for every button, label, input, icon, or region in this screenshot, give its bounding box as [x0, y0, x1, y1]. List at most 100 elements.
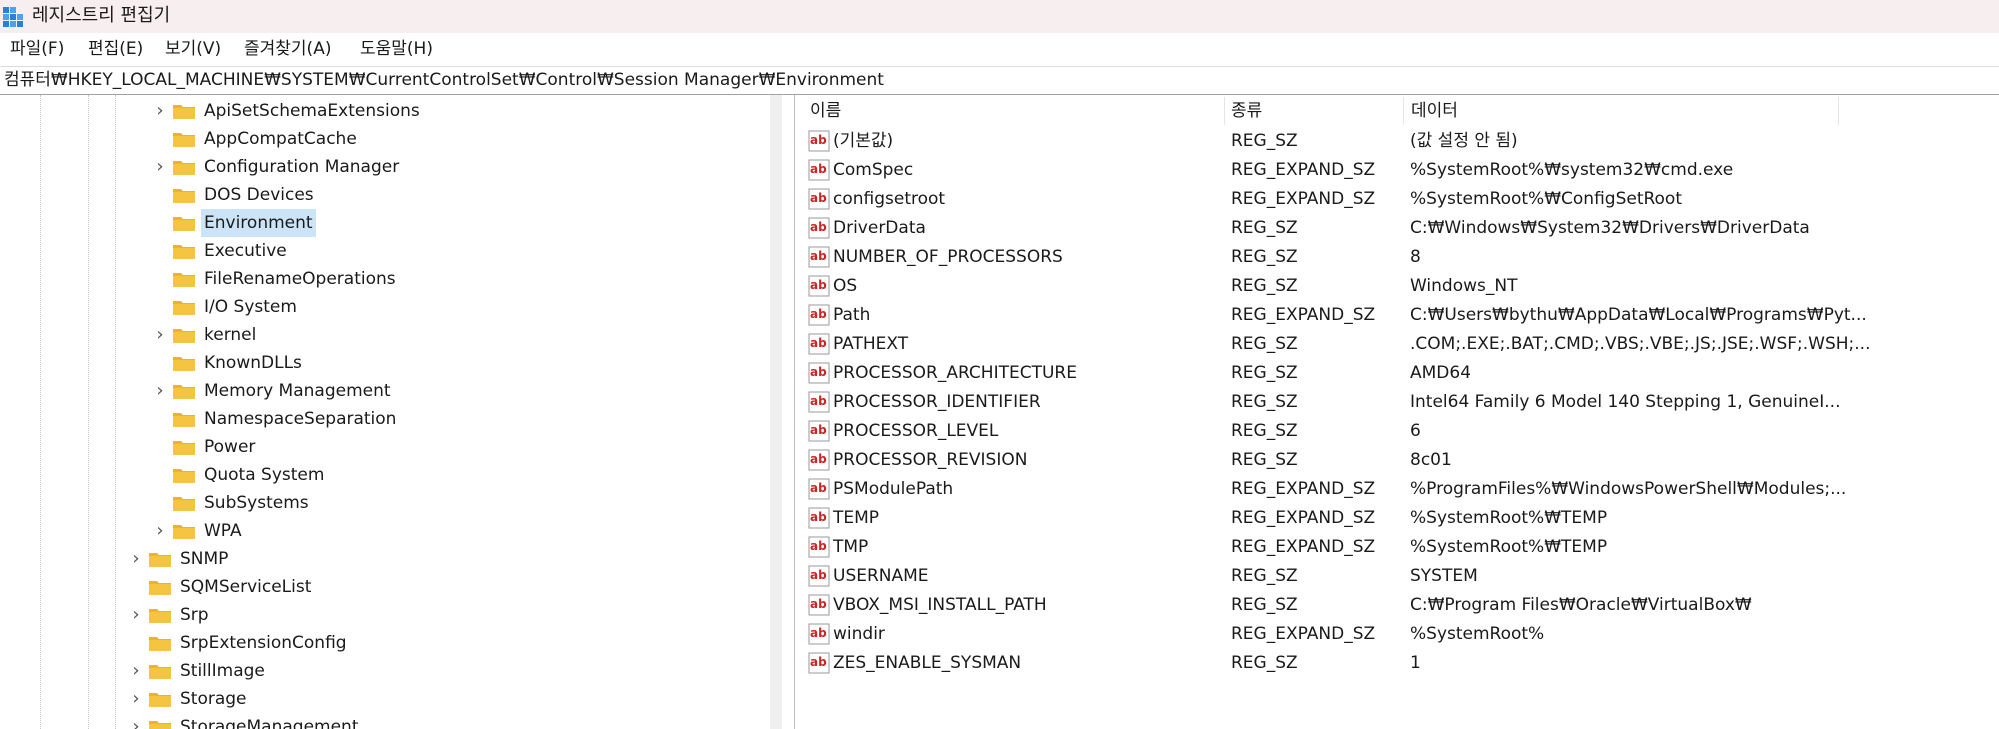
- string-value-icon: ab: [808, 565, 830, 587]
- svg-text:ab: ab: [810, 365, 827, 379]
- value-row[interactable]: ab PATHEXT REG_SZ .COM;.EXE;.BAT;.CMD;.VBS;…: [800, 330, 1999, 359]
- menu-edit[interactable]: 편집(E): [88, 39, 143, 59]
- tree-node-label: AppCompatCache: [204, 129, 357, 149]
- value-data: %ProgramFiles%₩WindowsPowerShell₩Modules…: [1410, 479, 1847, 499]
- value-row[interactable]: ab OS REG_SZ Windows_NT: [800, 272, 1999, 301]
- value-row[interactable]: ab PSModulePath REG_EXPAND_SZ %ProgramFiles…: [800, 475, 1999, 504]
- value-row[interactable]: ab configsetroot REG_EXPAND_SZ %SystemRoot%…: [800, 185, 1999, 214]
- value-type: REG_SZ: [1231, 218, 1298, 238]
- folder-icon: [173, 217, 195, 231]
- folder-icon: [173, 525, 195, 539]
- value-type: REG_EXPAND_SZ: [1231, 305, 1376, 325]
- value-data: C:₩Windows₩System32₩Drivers₩DriverData: [1410, 218, 1810, 238]
- value-row[interactable]: ab ZES_ENABLE_SYSMAN REG_SZ 1: [800, 649, 1999, 678]
- value-data: %SystemRoot%₩TEMP: [1410, 537, 1608, 557]
- value-row[interactable]: ab TMP REG_EXPAND_SZ %SystemRoot%₩TEMP: [800, 533, 1999, 562]
- chevron-right-icon[interactable]: ›: [150, 321, 170, 349]
- value-row[interactable]: ab (기본값) REG_SZ (값 설정 안 됨): [800, 127, 1999, 156]
- value-row[interactable]: ab PROCESSOR_REVISION REG_SZ 8c01: [800, 446, 1999, 475]
- value-row[interactable]: ab PROCESSOR_LEVEL REG_SZ 6: [800, 417, 1999, 446]
- chevron-right-icon[interactable]: ›: [126, 713, 146, 729]
- folder-icon: [173, 245, 195, 259]
- column-separator[interactable]: [1838, 97, 1839, 125]
- value-row[interactable]: ab PROCESSOR_IDENTIFIER REG_SZ Intel64 Fami…: [800, 388, 1999, 417]
- string-value-icon: ab: [808, 420, 830, 442]
- value-type: REG_EXPAND_SZ: [1231, 624, 1376, 644]
- folder-icon: [149, 665, 171, 679]
- value-name: NUMBER_OF_PROCESSORS: [833, 247, 1063, 267]
- column-header-data[interactable]: 데이터: [1411, 95, 1458, 127]
- folder-icon: [173, 189, 195, 203]
- value-type: REG_SZ: [1231, 131, 1298, 151]
- chevron-right-icon[interactable]: ›: [150, 377, 170, 405]
- column-separator[interactable]: [1224, 97, 1225, 125]
- value-data: C:₩Program Files₩Oracle₩VirtualBox₩: [1410, 595, 1752, 615]
- chevron-right-icon[interactable]: ›: [150, 517, 170, 545]
- chevron-right-icon[interactable]: ›: [126, 685, 146, 713]
- value-row[interactable]: ab ComSpec REG_EXPAND_SZ %SystemRoot%₩syste…: [800, 156, 1999, 185]
- tree-node-label: kernel: [204, 325, 257, 345]
- folder-icon: [173, 469, 195, 483]
- value-row[interactable]: ab Path REG_EXPAND_SZ C:₩Users₩bythu₩AppDat…: [800, 301, 1999, 330]
- value-row[interactable]: ab DriverData REG_SZ C:₩Windows₩System32₩Dr…: [800, 214, 1999, 243]
- folder-icon: [173, 357, 195, 371]
- value-data: Windows_NT: [1410, 276, 1518, 296]
- folder-icon: [149, 581, 171, 595]
- folder-icon: [173, 329, 195, 343]
- key-tree-pane[interactable]: › ApiSetSchemaExtensions AppCompatCache › Co…: [0, 95, 788, 729]
- tree-node-label: Storage: [180, 689, 247, 709]
- value-type: REG_SZ: [1231, 247, 1298, 267]
- menu-help[interactable]: 도움말(H): [360, 39, 433, 59]
- value-row[interactable]: ab NUMBER_OF_PROCESSORS REG_SZ 8: [800, 243, 1999, 272]
- menu-file[interactable]: 파일(F): [10, 39, 64, 59]
- string-value-icon: ab: [808, 507, 830, 529]
- value-type: REG_SZ: [1231, 421, 1298, 441]
- chevron-right-icon[interactable]: ›: [126, 657, 146, 685]
- title-bar: 레지스트리 편집기: [0, 0, 1999, 33]
- string-value-icon: ab: [808, 391, 830, 413]
- tree-node-label: SubSystems: [204, 493, 309, 513]
- string-value-icon: ab: [808, 159, 830, 181]
- value-type: REG_EXPAND_SZ: [1231, 160, 1376, 180]
- value-type: REG_SZ: [1231, 653, 1298, 673]
- value-name: PROCESSOR_REVISION: [833, 450, 1028, 470]
- value-data: %SystemRoot%: [1410, 624, 1545, 644]
- string-value-icon: ab: [808, 594, 830, 616]
- string-value-icon: ab: [808, 449, 830, 471]
- folder-icon: [173, 497, 195, 511]
- tree-scrollbar[interactable]: [770, 95, 782, 729]
- column-header-name[interactable]: 이름: [810, 95, 841, 127]
- value-name: TMP: [833, 537, 869, 557]
- chevron-right-icon[interactable]: ›: [126, 545, 146, 573]
- value-row[interactable]: ab USERNAME REG_SZ SYSTEM: [800, 562, 1999, 591]
- value-name: (기본값): [833, 131, 894, 151]
- tree-node-label: StorageManagement: [180, 717, 359, 729]
- svg-text:ab: ab: [810, 191, 827, 205]
- chevron-right-icon[interactable]: ›: [126, 601, 146, 629]
- column-separator[interactable]: [1403, 97, 1404, 125]
- value-list-pane[interactable]: 이름 종류 데이터 ab (기본값) REG_SZ (값 설정 안 됨) ab ComSp…: [800, 95, 1999, 729]
- value-type: REG_SZ: [1231, 450, 1298, 470]
- svg-text:ab: ab: [810, 510, 827, 524]
- column-header-type[interactable]: 종류: [1231, 95, 1262, 127]
- value-data: C:₩Users₩bythu₩AppData₩Local₩Programs₩Py…: [1410, 305, 1867, 325]
- tree-node-label: Executive: [204, 241, 287, 261]
- chevron-right-icon[interactable]: ›: [150, 97, 170, 125]
- value-type: REG_SZ: [1231, 566, 1298, 586]
- chevron-right-icon[interactable]: ›: [150, 153, 170, 181]
- value-row[interactable]: ab windir REG_EXPAND_SZ %SystemRoot%: [800, 620, 1999, 649]
- string-value-icon: ab: [808, 478, 830, 500]
- address-bar[interactable]: 컴퓨터₩HKEY_LOCAL_MACHINE₩SYSTEM₩CurrentCon…: [0, 66, 1999, 95]
- menu-view[interactable]: 보기(V): [165, 39, 221, 59]
- address-path[interactable]: 컴퓨터₩HKEY_LOCAL_MACHINE₩SYSTEM₩CurrentCon…: [4, 70, 884, 90]
- menu-favorites[interactable]: 즐겨찾기(A): [244, 39, 331, 59]
- value-type: REG_SZ: [1231, 595, 1298, 615]
- value-row[interactable]: ab VBOX_MSI_INSTALL_PATH REG_SZ C:₩Program …: [800, 591, 1999, 620]
- tree-node-label: SrpExtensionConfig: [180, 633, 347, 653]
- value-row[interactable]: ab PROCESSOR_ARCHITECTURE REG_SZ AMD64: [800, 359, 1999, 388]
- value-name: PROCESSOR_LEVEL: [833, 421, 999, 441]
- value-row[interactable]: ab TEMP REG_EXPAND_SZ %SystemRoot%₩TEMP: [800, 504, 1999, 533]
- value-name: PROCESSOR_ARCHITECTURE: [833, 363, 1077, 383]
- value-type: REG_EXPAND_SZ: [1231, 479, 1376, 499]
- svg-text:ab: ab: [810, 481, 827, 495]
